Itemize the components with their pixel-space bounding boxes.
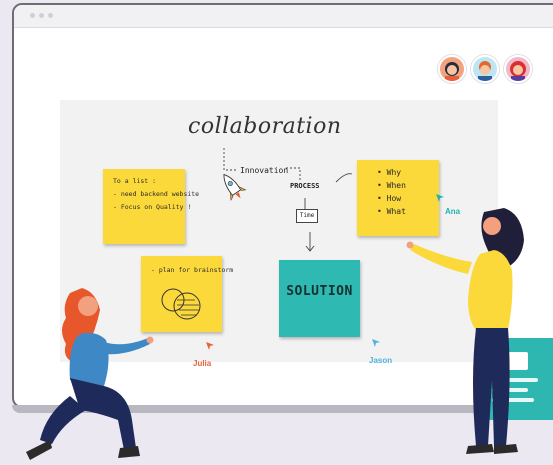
people-illustration	[26, 208, 524, 460]
woman-standing-illustration	[406, 208, 524, 454]
woman-kneeling-illustration	[26, 288, 154, 460]
